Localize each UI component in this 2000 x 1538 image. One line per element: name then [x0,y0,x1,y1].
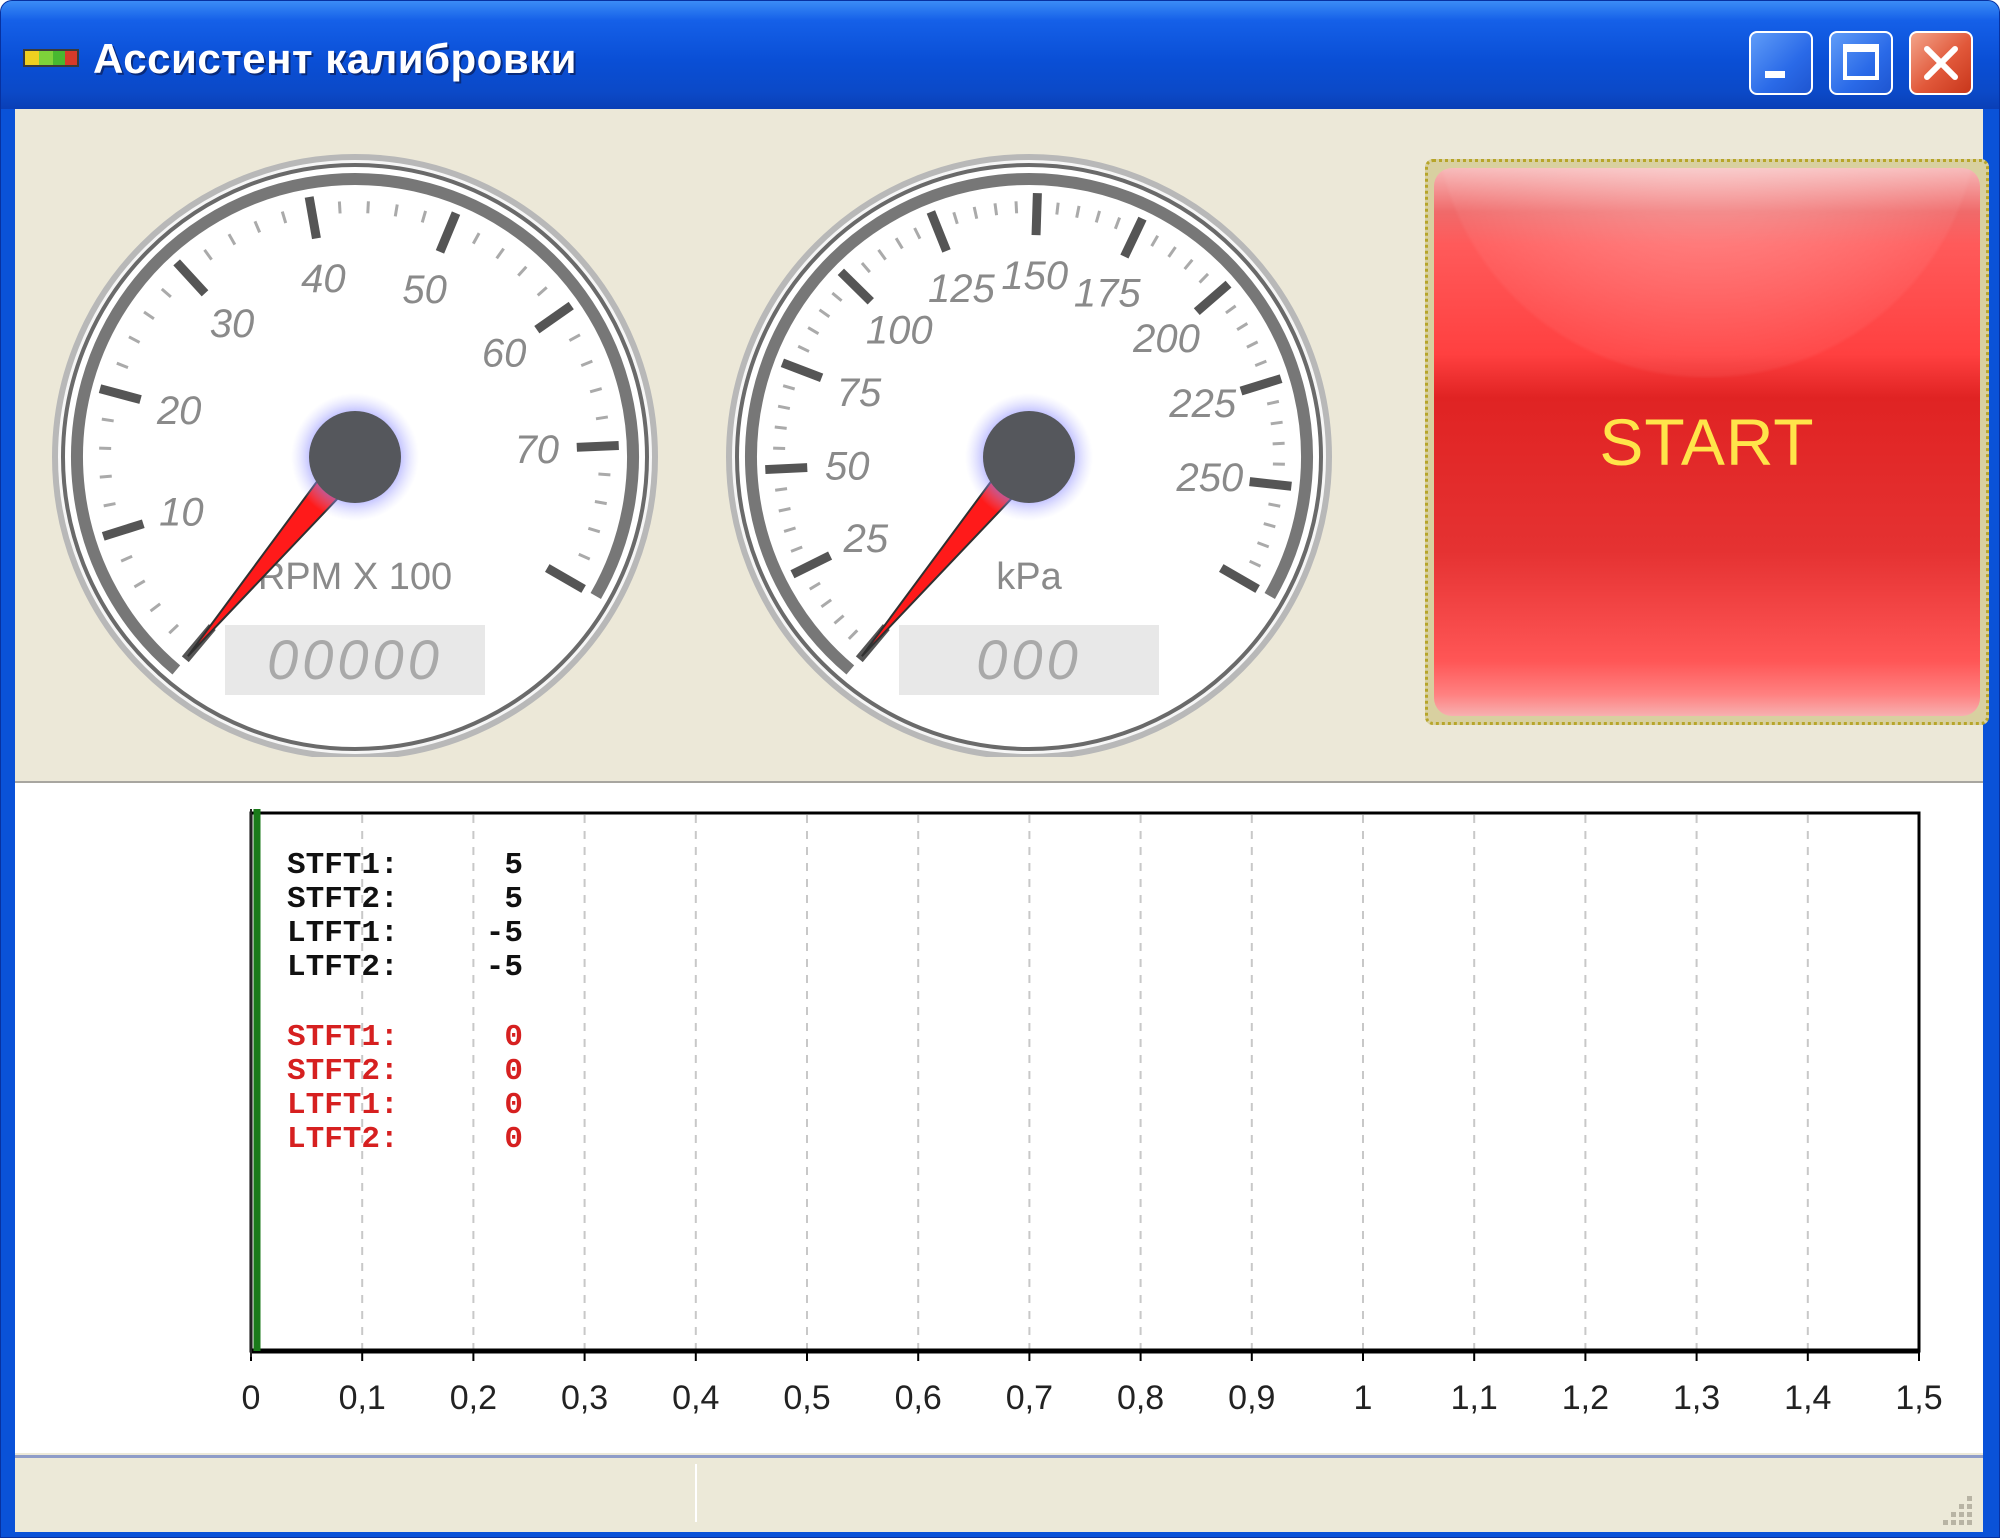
x-tick-label: 0,6 [895,1379,942,1417]
gauge-minor-tick [598,472,611,477]
gauge-minor-tick [774,487,788,492]
gauge-major-tick [1249,477,1292,491]
gauge-minor-tick [993,203,999,216]
kpa-gauge: 25 50 75 100125 150 175200 225 250 kPa 000 [726,154,1332,757]
status-bar [15,1455,1983,1532]
gauge-minor-tick [1272,441,1285,446]
trim-value: 0 [504,1020,523,1055]
gauge-tick-label: 70 [515,428,560,472]
x-tick-label: 0,3 [561,1379,608,1417]
close-button[interactable] [1909,31,1973,95]
title-bar[interactable]: Ассистент калибровки [1,1,1999,109]
gauge-hub [983,411,1075,503]
x-tick-label: 0,7 [1006,1379,1053,1417]
trim-name: LTFT1: [287,1088,399,1123]
fuel-trim-chart-area: 0 0,1 0,2 0,3 0,4 0,5 0,6 0,7 0,8 0,9 1 1,1 1,2 1,3 1,… [15,783,1983,1453]
gauge-tick-label: 200 [1132,317,1200,361]
gauge-minor-tick [337,201,342,214]
trim-name: LTFT1: [287,916,399,951]
gauge-unit-label: kPa [996,556,1062,598]
trim-value: 0 [504,1088,523,1123]
gauge-tick-label: 40 [301,257,346,301]
trim-value: 0 [504,1054,523,1089]
maximize-icon [1843,44,1879,80]
gauge-tick-label: 60 [482,332,527,376]
gauge-hub [309,411,401,503]
x-tick-label: 0,2 [450,1379,497,1417]
gauge-minor-tick [1270,420,1283,426]
x-tick-label: 0,1 [339,1379,386,1417]
gauge-tick-label: 175 [1074,272,1141,316]
maximize-button[interactable] [1829,31,1893,95]
resize-grip-icon[interactable] [1937,1488,1977,1528]
x-tick-label: 1,2 [1562,1379,1609,1417]
x-tick-label: 1,3 [1673,1379,1720,1417]
trim-value: -5 [486,950,523,985]
gauge-tick-label: 75 [837,371,882,415]
start-button-gloss [1434,168,1980,378]
x-tick-label: 1,1 [1451,1379,1498,1417]
gauge-tick-label: 100 [866,308,933,352]
x-tick-label: 0,5 [783,1379,830,1417]
close-icon [1924,46,1958,80]
trim-name: STFT2: [287,1054,399,1089]
start-button-label: START [1599,405,1815,479]
trim-name: STFT1: [287,1020,399,1055]
trim-name: LTFT2: [287,950,399,985]
gauge-minor-tick [393,204,399,217]
trim-value: 5 [504,882,523,917]
gauge-digital-readout: 00000 [267,628,443,691]
gauge-minor-tick [101,417,114,423]
x-tick-label: 1 [1354,1379,1373,1417]
x-tick-label: 1,4 [1784,1379,1831,1417]
gauge-minor-tick [1014,201,1019,214]
gauge-tick-label: 225 [1168,382,1236,426]
gauge-tick-label: 30 [210,302,255,346]
trim-value: -5 [486,916,523,951]
gauge-tick-label: 150 [1001,254,1068,298]
x-tick-label: 0,4 [672,1379,719,1417]
rpm-gauge: 10203040 506070RPM X 10000000 [52,154,658,757]
calibration-window: Ассистент калибровки 10 20 30 40 50 60 70 RPM X… [0,0,2000,1538]
gauge-digital-readout: 000 [976,628,1081,691]
gauges-panel: 10 20 30 40 50 60 70 RPM X 100 00000 25 50 75 100 12… [15,109,1989,783]
x-tick-label: 0,9 [1228,1379,1275,1417]
app-icon [23,49,79,67]
trim-name: STFT2: [287,882,399,917]
gauge-minor-tick [99,474,112,479]
x-tick-label: 0,8 [1117,1379,1164,1417]
gauge-tick-label: 125 [928,267,995,311]
x-tick-label: 0 [242,1379,261,1417]
gauge-minor-tick [774,425,787,430]
minimize-icon [1765,71,1785,78]
gauge-major-tick [1031,192,1042,236]
trim-value: 0 [504,1122,523,1157]
start-button-frame: START [1425,159,1989,725]
gauge-minor-tick [595,415,609,421]
trim-value: 5 [504,848,523,883]
gauge-major-tick [576,440,619,452]
gauge-minor-tick [1055,202,1060,215]
gauge-tick-label: 10 [159,491,204,535]
client-area: 10 20 30 40 50 60 70 RPM X 100 00000 25 50 75 100 12… [15,109,1989,1532]
plot-frame [249,811,1921,1353]
fuel-trim-chart: 0 0,1 0,2 0,3 0,4 0,5 0,6 0,7 0,8 0,9 1 1,1 1,2 1,3 1,… [242,809,1943,1417]
minimize-button[interactable] [1749,31,1813,95]
window-title: Ассистент калибровки [93,35,577,82]
gauge-minor-tick [366,201,370,214]
gauge-tick-label: 20 [156,389,202,433]
gauge-tick-label: 250 [1176,456,1244,500]
gauge-tick-label: 50 [402,268,447,312]
start-button[interactable]: START [1434,168,1980,716]
gauge-unit-label: RPM X 100 [258,556,452,598]
trim-name: LTFT2: [287,1122,399,1157]
gauge-major-tick [765,463,808,475]
status-pane-right [699,1464,1939,1522]
x-tick-label: 1,5 [1895,1379,1942,1417]
gauge-tick-label: 50 [825,445,870,489]
gauge-tick-label: 25 [843,517,889,561]
trim-name: STFT1: [287,848,399,883]
status-pane-left [15,1464,697,1522]
